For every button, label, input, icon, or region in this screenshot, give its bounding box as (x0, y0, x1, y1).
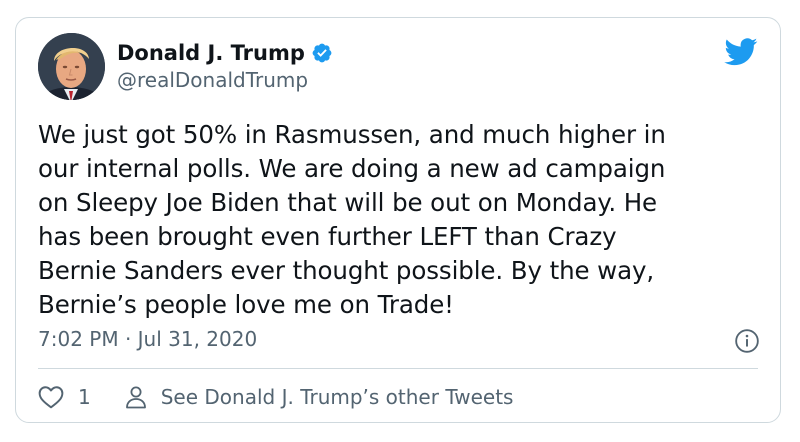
tweet-card[interactable]: Donald J. Trump @realDonaldTrump We just… (15, 17, 781, 423)
tweet-text-line: our internal polls. We are doing a new a… (38, 154, 666, 183)
see-other-tweets-label: See Donald J. Trump’s other Tweets (160, 385, 514, 409)
author-name-row[interactable]: Donald J. Trump (117, 38, 333, 68)
divider (38, 368, 758, 369)
tweet-actions: 1 See Donald J. Trump’s other Tweets (38, 380, 513, 414)
tweet-timestamp[interactable]: 7:02 PM · Jul 31, 2020 (38, 327, 257, 351)
info-icon[interactable] (734, 328, 760, 354)
verified-badge-icon (312, 43, 332, 63)
author-handle[interactable]: @realDonaldTrump (117, 68, 308, 92)
tweet-text-line: has been brought even further LEFT than … (38, 222, 617, 251)
avatar-image (38, 33, 105, 100)
twitter-bird-icon[interactable] (724, 38, 758, 66)
person-icon (125, 386, 146, 409)
like-button[interactable]: 1 (38, 385, 91, 409)
tweet-text: We just got 50% in Rasmussen, and much h… (38, 118, 758, 322)
tweet-text-line: Bernie Sanders ever thought possible. By… (38, 256, 655, 285)
author-name[interactable]: Donald J. Trump (117, 41, 305, 65)
tweet-text-line: on Sleepy Joe Biden that will be out on … (38, 188, 657, 217)
tweet-text-line: We just got 50% in Rasmussen, and much h… (38, 120, 666, 149)
tweet-text-line: Bernie’s people love me on Trade! (38, 290, 454, 319)
heart-icon (38, 386, 64, 409)
see-other-tweets-link[interactable]: See Donald J. Trump’s other Tweets (125, 385, 514, 409)
like-count: 1 (78, 385, 91, 409)
avatar[interactable] (38, 33, 105, 100)
